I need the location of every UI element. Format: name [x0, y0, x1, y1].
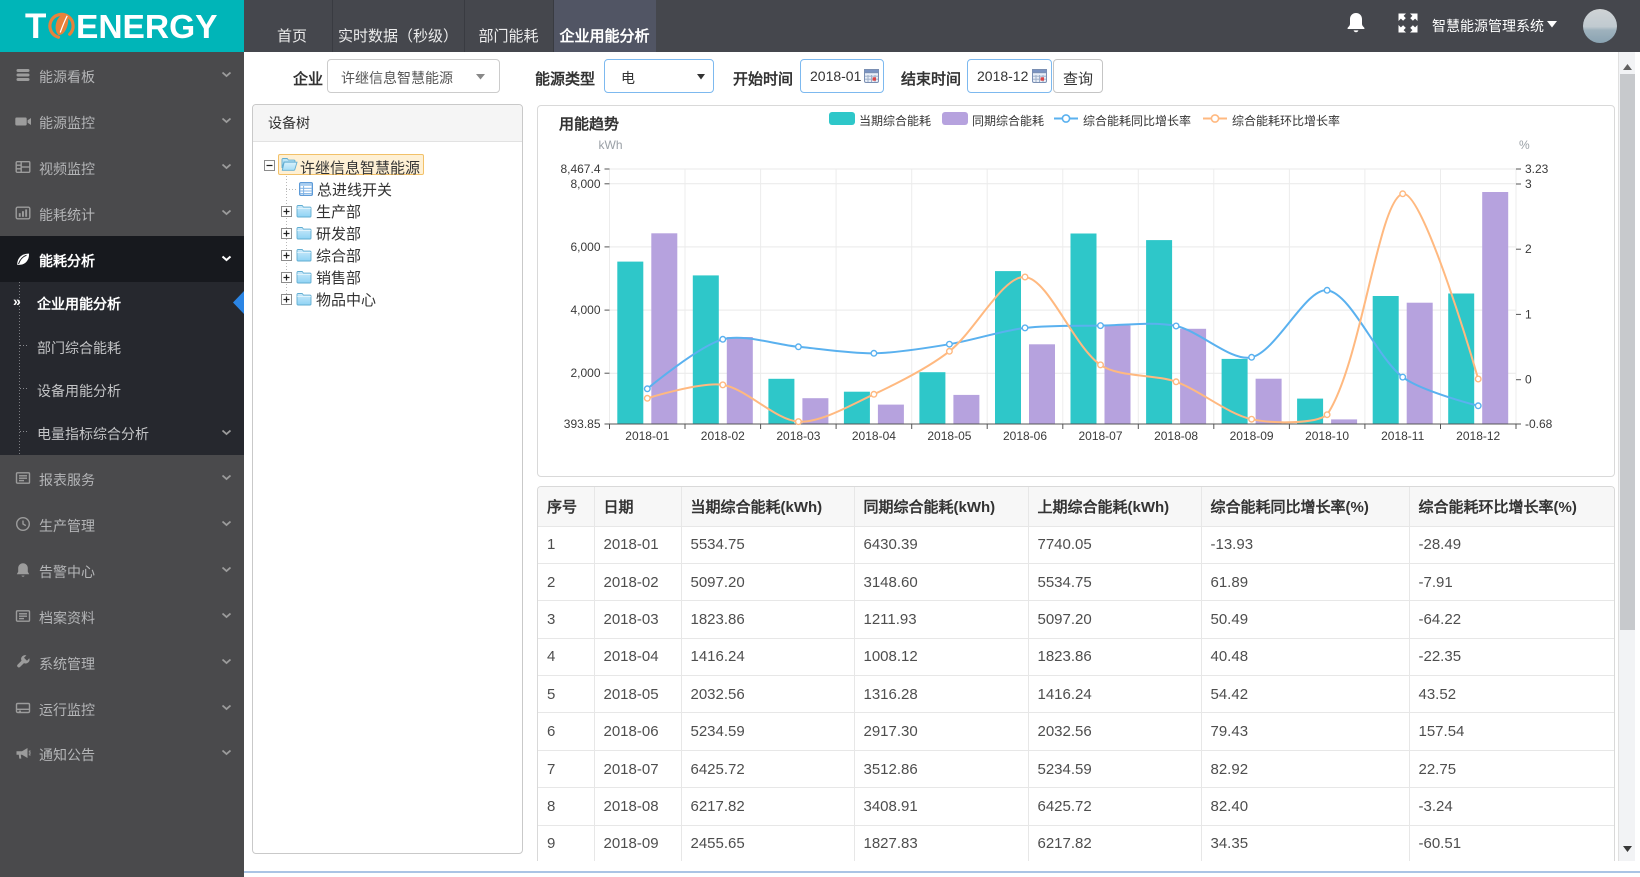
svg-text:T: T — [25, 7, 46, 46]
svg-text:2018-04: 2018-04 — [852, 429, 896, 443]
svg-text:2018-08: 2018-08 — [1154, 429, 1198, 443]
svg-text:2018-02: 2018-02 — [701, 429, 745, 443]
svg-text:2018-07: 2018-07 — [1078, 429, 1122, 443]
svg-text:ENERGY: ENERGY — [76, 9, 217, 46]
svg-text:2018-06: 2018-06 — [1003, 429, 1047, 443]
svg-text:2: 2 — [1525, 242, 1532, 256]
svg-text:2018-03: 2018-03 — [776, 429, 820, 443]
svg-text:3.23: 3.23 — [1525, 162, 1549, 176]
svg-text:8,000: 8,000 — [570, 177, 600, 191]
svg-text:2018-09: 2018-09 — [1230, 429, 1274, 443]
svg-text:2018-12: 2018-12 — [1456, 429, 1500, 443]
svg-text:3: 3 — [1525, 177, 1532, 191]
svg-text:2018-05: 2018-05 — [927, 429, 971, 443]
svg-text:kWh: kWh — [599, 138, 623, 152]
svg-text:2,000: 2,000 — [570, 366, 600, 380]
svg-text:1: 1 — [1525, 307, 1532, 321]
svg-text:-0.68: -0.68 — [1525, 417, 1553, 431]
svg-text:6,000: 6,000 — [570, 240, 600, 254]
svg-text:8,467.4: 8,467.4 — [560, 162, 600, 176]
svg-text:%: % — [1519, 138, 1530, 152]
svg-text:2018-11: 2018-11 — [1381, 429, 1424, 443]
svg-text:2018-10: 2018-10 — [1305, 429, 1349, 443]
svg-text:4,000: 4,000 — [570, 303, 600, 317]
svg-text:0: 0 — [1525, 373, 1532, 387]
svg-text:2018-01: 2018-01 — [625, 429, 669, 443]
svg-text:393.85: 393.85 — [564, 417, 601, 431]
